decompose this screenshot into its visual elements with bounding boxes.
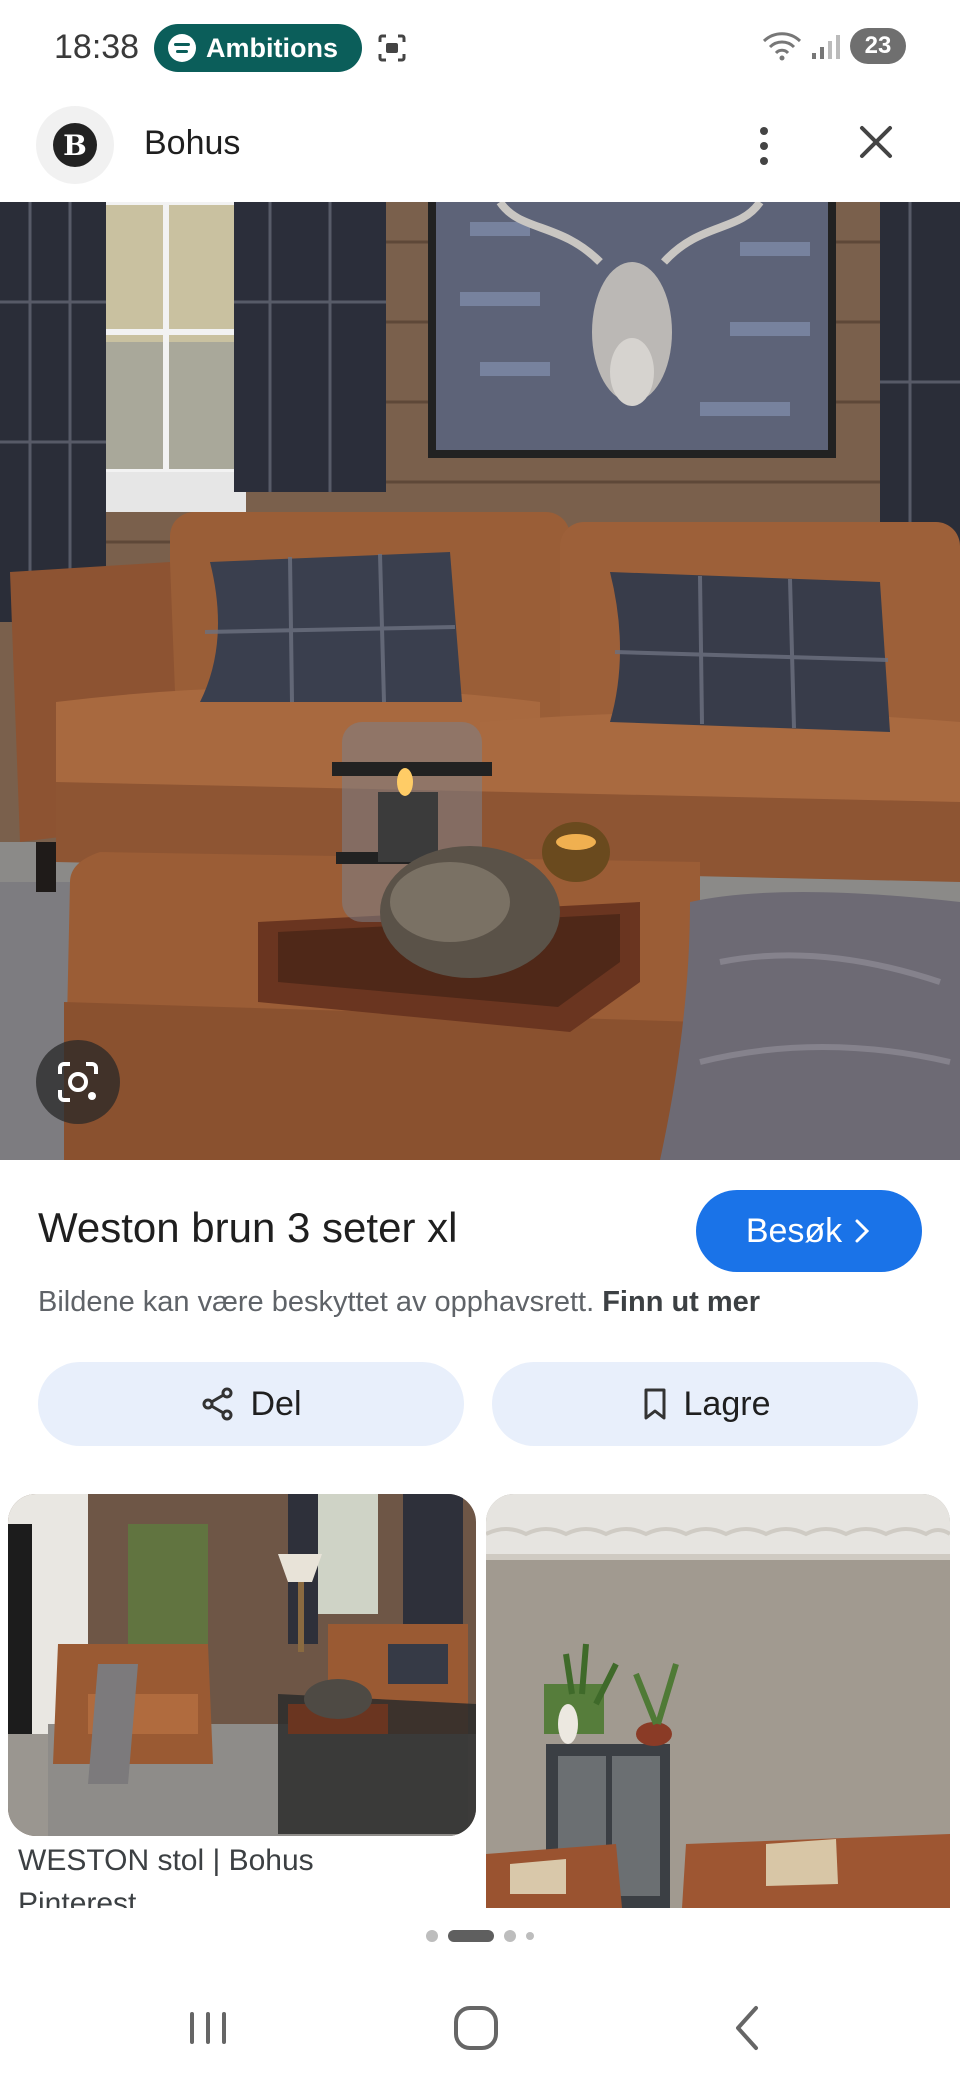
more-vert-icon (760, 127, 768, 135)
page-dot (504, 1930, 516, 1942)
bookmark-icon (644, 1388, 666, 1420)
site-logo[interactable]: B (36, 106, 114, 184)
recent-apps-icon[interactable] (176, 1998, 240, 2058)
back-icon[interactable] (716, 1998, 780, 2058)
app-header: B Bohus (0, 96, 960, 200)
related-card-source: Pinterest (18, 1887, 137, 1908)
share-label: Del (250, 1384, 302, 1423)
visit-button[interactable]: Besøk (696, 1190, 922, 1272)
wifi-icon (762, 32, 802, 61)
page-dot (526, 1932, 534, 1940)
pagination-indicator (0, 1930, 960, 1942)
screen-capture-icon (378, 34, 406, 62)
share-button[interactable]: Del (38, 1362, 464, 1446)
battery-indicator: 23 (850, 28, 906, 64)
media-indicator-pill[interactable]: Ambitions (154, 24, 362, 72)
google-lens-button[interactable] (36, 1040, 120, 1124)
armchair-photo (8, 1494, 476, 1836)
related-image-card[interactable] (486, 1494, 950, 1908)
system-navigation-bar (0, 1976, 960, 2080)
spotify-icon (168, 34, 196, 62)
living-room-photo (486, 1494, 950, 1908)
home-icon[interactable] (444, 1998, 508, 2058)
lens-icon (58, 1062, 98, 1102)
learn-more-link[interactable]: Finn ut mer (602, 1286, 760, 1318)
close-icon[interactable] (852, 118, 900, 166)
more-options-button[interactable] (744, 116, 784, 176)
visit-button-label: Besøk (745, 1211, 843, 1250)
signal-icon (812, 35, 840, 59)
save-button[interactable]: Lagre (492, 1362, 918, 1446)
copyright-text: Bildene kan være beskyttet av opphavsret… (38, 1286, 595, 1318)
status-time: 18:38 (54, 28, 140, 66)
site-logo-letter: B (53, 123, 97, 167)
status-bar: 18:38 Ambitions 23 (0, 0, 960, 96)
product-title: Weston brun 3 seter xl (38, 1204, 458, 1251)
site-name[interactable]: Bohus (144, 124, 240, 163)
share-icon (202, 1387, 233, 1421)
chevron-right-icon (855, 1219, 870, 1243)
sofa-photo (0, 202, 960, 1160)
page-dot (426, 1930, 438, 1942)
page-dot-active (448, 1930, 494, 1942)
product-image[interactable] (0, 202, 960, 1160)
related-image-card[interactable] (8, 1494, 476, 1836)
save-label: Lagre (683, 1384, 771, 1423)
media-title: Ambitions (206, 32, 338, 63)
status-indicators: 23 (762, 28, 906, 64)
related-card-title[interactable]: WESTON stol | Bohus (18, 1844, 314, 1878)
copyright-notice: Bildene kan være beskyttet av opphavsret… (38, 1286, 760, 1319)
